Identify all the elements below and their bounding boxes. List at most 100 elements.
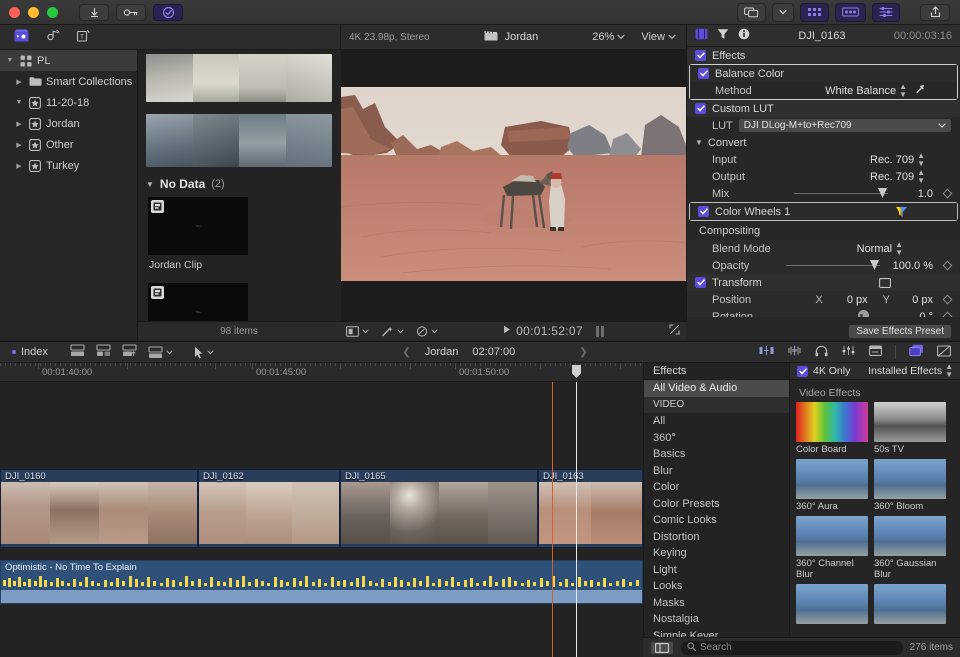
mix-value[interactable]: 1.0 [899, 188, 933, 200]
balance-color-group[interactable]: Balance Color Method White Balance ▲ ▼ [689, 64, 958, 100]
disclosure-triangle-icon[interactable]: ▶ [14, 120, 24, 128]
effects-category-nostalgia[interactable]: Nostalgia [644, 611, 789, 628]
filmstrip-row[interactable] [146, 114, 332, 167]
effect-item-color-board[interactable]: Color Board [796, 402, 868, 455]
sidebar-item-other[interactable]: ▶ Other [0, 134, 137, 155]
effects-category-distortion[interactable]: Distortion [644, 529, 789, 546]
key-button[interactable] [116, 3, 146, 21]
timeline-ruler[interactable]: 00:01:40:00 00:01:45:00 00:01:50:00 [0, 363, 643, 382]
timeline-clip[interactable]: DJI_0162 [198, 469, 340, 548]
rotation-value[interactable]: 0 ° [903, 311, 933, 318]
convert-group-row[interactable]: ▼ Convert [687, 134, 960, 151]
4k-only-checkbox[interactable] [797, 365, 808, 377]
opacity-row[interactable]: Opacity 100.0 % [687, 257, 960, 274]
check-circle-button[interactable] [153, 3, 183, 21]
viewer-effects-icon[interactable] [381, 326, 404, 337]
stepper-icon[interactable]: ▲ ▼ [899, 82, 907, 99]
effects-category-360[interactable]: 360° [644, 430, 789, 447]
chevron-right-icon[interactable]: ❯ [579, 347, 587, 358]
color-wheels-enable-checkbox[interactable] [698, 206, 709, 217]
sidebar-item-11-20-18[interactable]: ▼ 11-20-18 [0, 92, 137, 113]
timeline-clip[interactable]: DJI_0160 [0, 469, 198, 548]
disclosure-triangle-icon[interactable]: ▶ [14, 141, 24, 149]
video-tab-icon[interactable] [695, 28, 708, 43]
effects-category-looks[interactable]: Looks [644, 578, 789, 595]
position-keyframe-button[interactable] [942, 294, 953, 305]
blend-mode-value[interactable]: Normal [857, 243, 892, 255]
browser-clip-item[interactable]: Title Jordan Clip 1 [138, 283, 340, 321]
disclosure-triangle-icon[interactable]: ▼ [5, 57, 15, 64]
lut-select-row[interactable]: LUT DJI DLog-M+to+Rec709 [687, 117, 960, 134]
clip-thumbnail[interactable]: Title [148, 197, 248, 255]
browser-group-header[interactable]: ▼ No Data (2) [138, 167, 340, 197]
sidebar-item-smart-collections[interactable]: ▶ Smart Collections [0, 71, 137, 92]
effect-thumbnail[interactable] [874, 516, 946, 556]
append-edit-icon[interactable] [70, 344, 85, 360]
opacity-slider[interactable] [786, 260, 880, 270]
rotation-dial[interactable] [857, 309, 870, 317]
color-wheels-group[interactable]: Color Wheels 1 [689, 202, 958, 221]
lut-mix-row[interactable]: Mix 1.0 [687, 185, 960, 202]
effects-category-light[interactable]: Light [644, 562, 789, 579]
transitions-browser-icon[interactable] [937, 344, 951, 360]
effect-item-360-channel-blur[interactable]: 360° Channel Blur [796, 516, 868, 580]
panel-toggle-icon[interactable] [650, 640, 674, 655]
mix-slider[interactable] [794, 188, 888, 198]
overwrite-edit-icon[interactable] [148, 345, 173, 359]
lut-dropdown[interactable]: DJI DLog-M+to+Rec709 [738, 119, 951, 132]
opacity-keyframe-button[interactable] [942, 260, 953, 271]
blend-mode-row[interactable]: Blend Mode Normal ▲ ▼ [687, 240, 960, 257]
effect-item-360-gaussian-blur[interactable]: 360° Gaussian Blur [874, 516, 946, 580]
clip-appearance-icon[interactable] [759, 345, 774, 359]
info-tab-icon[interactable] [738, 28, 750, 43]
effects-category-blur[interactable]: Blur [644, 463, 789, 480]
timeline-clip[interactable]: DJI_0165 [340, 469, 538, 548]
effect-thumbnail[interactable] [796, 459, 868, 499]
color-wheels-row[interactable]: Color Wheels 1 [690, 203, 957, 220]
input-value[interactable]: Rec. 709 [870, 154, 914, 166]
effect-item-50s-tv[interactable]: 50s TV [874, 402, 946, 455]
effect-item-360-bloom[interactable]: 360° Bloom [874, 459, 946, 512]
connect-edit-icon[interactable] [122, 344, 137, 360]
inspector-effects-header[interactable]: Effects [687, 47, 960, 64]
effects-category-all-video-audio[interactable]: All Video & Audio [644, 380, 789, 397]
inspector-toggle-button[interactable] [872, 2, 900, 22]
mixer-icon[interactable] [841, 345, 856, 359]
timeline-skimmer[interactable] [552, 382, 553, 657]
installed-effects-dropdown[interactable]: Installed Effects ▲ ▼ [868, 363, 953, 379]
effects-category-keying[interactable]: Keying [644, 545, 789, 562]
color-tab-icon[interactable] [717, 28, 729, 43]
minimize-window-button[interactable] [28, 6, 39, 18]
browser-clip-item[interactable]: Title Jordan Clip [138, 197, 340, 283]
effects-category-comic-looks[interactable]: Comic Looks [644, 512, 789, 529]
stepper-icon[interactable]: ▲ ▼ [945, 363, 953, 379]
effect-thumbnail[interactable] [796, 516, 868, 556]
insert-edit-icon[interactable] [96, 344, 111, 360]
disclosure-triangle-icon[interactable]: ▼ [146, 180, 154, 189]
effect-thumbnail[interactable] [874, 402, 946, 442]
effect-thumbnail[interactable] [874, 459, 946, 499]
lut-output-row[interactable]: Output Rec. 709 ▲ ▼ [687, 168, 960, 185]
effect-thumbnail[interactable] [874, 584, 946, 624]
save-effects-preset-button[interactable]: Save Effects Preset [848, 323, 952, 339]
effects-browser-icon[interactable] [909, 344, 924, 360]
viewer-compare-icon[interactable] [416, 325, 438, 337]
effects-enable-checkbox[interactable] [695, 50, 706, 61]
custom-lut-row[interactable]: Custom LUT [687, 100, 960, 117]
onscreen-controls-icon[interactable] [879, 277, 891, 288]
effects-category-color-presets[interactable]: Color Presets [644, 496, 789, 513]
viewer-display-options-icon[interactable] [346, 325, 369, 337]
color-wheels-icon[interactable] [895, 206, 908, 218]
headphones-icon[interactable] [815, 345, 828, 360]
play-icon[interactable] [503, 325, 511, 337]
titles-generators-icon[interactable]: T [76, 29, 90, 45]
clip-thumbnail[interactable]: Title [148, 283, 248, 321]
timeline-tracks[interactable]: DJI_0160 DJI_0162 DJI_0165 DJI_0163 Opti… [0, 382, 643, 657]
viewer-canvas[interactable] [341, 50, 686, 321]
effect-item-partial-2[interactable] [874, 584, 946, 624]
timeline-panel[interactable]: 00:01:40:00 00:01:45:00 00:01:50:00 DJI_… [0, 363, 643, 657]
screens-chevron-button[interactable] [772, 2, 794, 22]
eyedropper-icon[interactable] [915, 84, 926, 98]
browser-toggle-button[interactable] [800, 2, 829, 22]
position-y-value[interactable]: 0 px [903, 294, 933, 306]
